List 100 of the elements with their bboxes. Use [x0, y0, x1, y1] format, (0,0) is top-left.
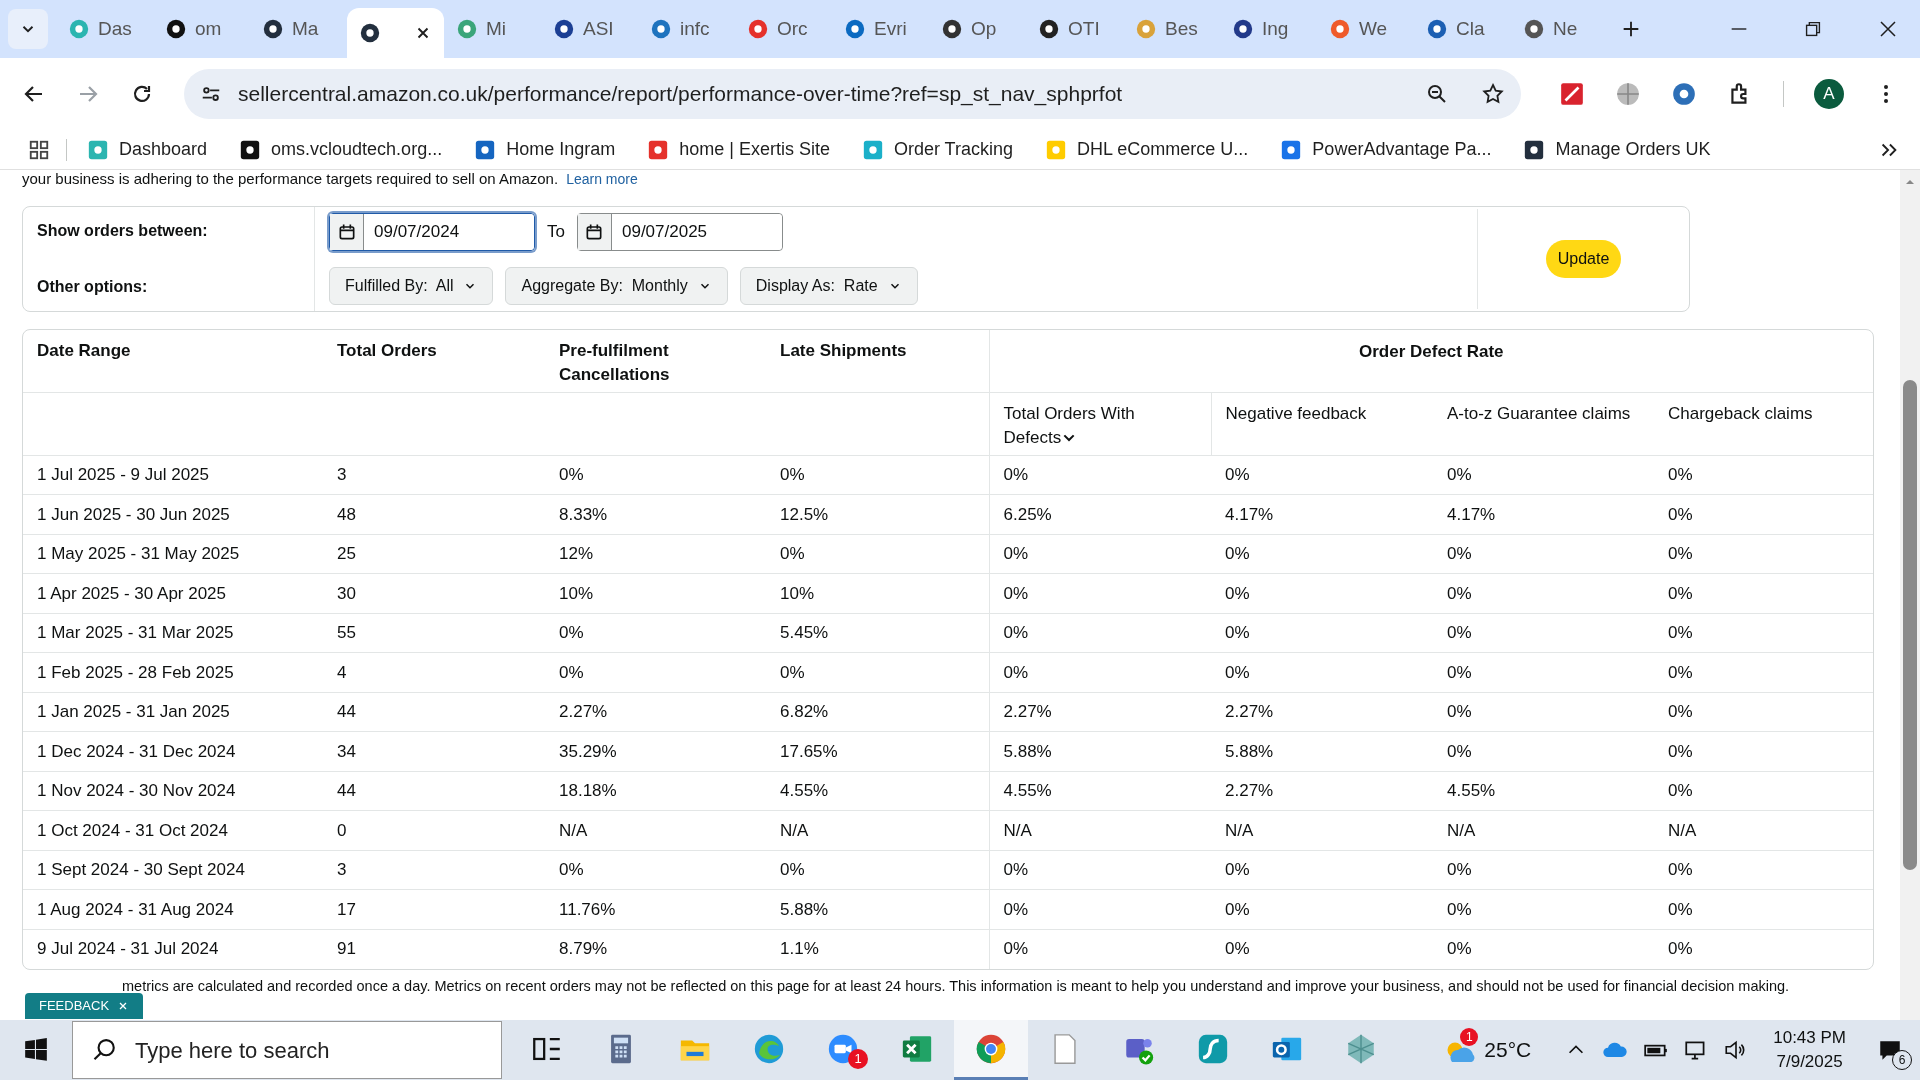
table-cell: 2.27%: [545, 692, 766, 732]
table-cell: 0%: [1654, 494, 1873, 534]
table-cell: 0%: [989, 929, 1211, 969]
globe-icon[interactable]: [1615, 81, 1641, 107]
table-cell: 0%: [989, 534, 1211, 574]
table-cell: 0%: [1654, 534, 1873, 574]
table-cell: 0%: [1211, 573, 1433, 613]
apps-icon[interactable]: [28, 138, 50, 161]
browser-tab[interactable]: Mi: [444, 9, 541, 49]
tab-title: Mi: [486, 16, 507, 41]
table-cell: 1 Jul 2025 - 9 Jul 2025: [23, 455, 323, 495]
filter-dropdown[interactable]: Display As: Rate: [739, 267, 918, 305]
site-icon: [861, 138, 884, 161]
column-header: Pre-fulfilment Cancellations: [545, 330, 766, 392]
address-bar[interactable]: sellercentral.amazon.co.uk/performance/report/performance-over-time?ref=sp_st_nav_sphprfot: [184, 69, 1521, 119]
extension-icon[interactable]: [1671, 81, 1697, 107]
table-cell: 0%: [1433, 929, 1654, 969]
table-cell: 0%: [1654, 731, 1873, 771]
bookmark-item[interactable]: Dashboard: [83, 136, 212, 163]
bookmark-item[interactable]: Order Tracking: [857, 136, 1017, 163]
site-icon: [68, 18, 90, 40]
start-icon[interactable]: [23, 1037, 49, 1063]
column-header: Late Shipments: [766, 330, 989, 392]
table-cell: 8.79%: [545, 929, 766, 969]
table-cell: N/A: [766, 810, 989, 850]
table-cell: 8.33%: [545, 494, 766, 534]
table-cell: 1 May 2025 - 31 May 2025: [23, 534, 323, 574]
browser-tab[interactable]: Bes: [1123, 9, 1220, 49]
browser-tab[interactable]: [347, 8, 444, 58]
table-cell: 0%: [1433, 731, 1654, 771]
table-cell: 2.27%: [1211, 771, 1433, 811]
site-icon: [1523, 18, 1545, 40]
browser-tab[interactable]: We: [1317, 9, 1414, 49]
site-icon: [747, 18, 769, 40]
table-cell: 0%: [989, 455, 1211, 495]
table-cell: 0%: [1433, 652, 1654, 692]
table-cell: N/A: [1433, 810, 1654, 850]
site-icon: [1280, 138, 1303, 161]
browser-tab[interactable]: Das: [56, 9, 153, 49]
table-cell: 0%: [1433, 850, 1654, 890]
browser-tab[interactable]: om: [153, 9, 250, 49]
bookmark-item[interactable]: DHL eCommerce U...: [1041, 136, 1253, 163]
star-icon[interactable]: [1481, 82, 1505, 106]
table-cell: 0%: [545, 455, 766, 495]
filter-dropdown[interactable]: Fulfilled By: All: [329, 267, 494, 305]
taskbar-app[interactable]: 1: [806, 1020, 880, 1080]
table-cell: 1 Nov 2024 - 30 Nov 2024: [23, 771, 323, 811]
browser-tab[interactable]: Orc: [735, 9, 832, 49]
browser-tab[interactable]: infc: [638, 9, 735, 49]
browser-tab[interactable]: Evri: [832, 9, 929, 49]
browser-tab[interactable]: ASI: [541, 9, 638, 49]
browser-tab[interactable]: Ma: [250, 9, 347, 49]
date-field[interactable]: 09/07/2025: [576, 213, 783, 251]
site-icon: [553, 18, 575, 40]
bookmark-item[interactable]: Home Ingram: [470, 136, 620, 163]
tab-title: Ma: [292, 16, 319, 41]
site-icon: [941, 18, 963, 40]
table-cell: 1 Apr 2025 - 30 Apr 2025: [23, 573, 323, 613]
bookmark-item[interactable]: PowerAdvantage Pa...: [1276, 136, 1496, 163]
extension-icon[interactable]: [1559, 81, 1585, 107]
table-cell: 55: [323, 613, 545, 653]
bookmark-item[interactable]: Manage Orders UK: [1519, 136, 1715, 163]
learn-more-link[interactable]: Learn more: [566, 170, 638, 188]
date-field[interactable]: 09/07/2024: [329, 213, 535, 251]
calendar-icon[interactable]: [584, 222, 605, 242]
browser-tab[interactable]: Ne: [1511, 9, 1608, 49]
table-cell: 11.76%: [545, 889, 766, 929]
table-cell: 35.29%: [545, 731, 766, 771]
profile-avatar[interactable]: A: [1814, 79, 1844, 109]
table-cell: 5.45%: [766, 613, 989, 653]
table-cell: 0%: [1211, 613, 1433, 653]
browser-tab[interactable]: Ing: [1220, 9, 1317, 49]
scrollbar[interactable]: [1900, 170, 1920, 1020]
site-icon: [165, 18, 187, 40]
date-text: 7/9/2025: [1776, 1051, 1843, 1073]
column-header[interactable]: Total Orders With Defects: [1003, 401, 1179, 450]
clock[interactable]: 10:43 PM 7/9/2025: [1763, 1026, 1856, 1074]
tab-title: Ing: [1262, 16, 1289, 41]
site-icon: [1329, 18, 1351, 40]
table-cell: 0%: [1654, 455, 1873, 495]
scrollbar-thumb[interactable]: [1903, 380, 1917, 870]
search-field[interactable]: Type here to search: [135, 1033, 483, 1067]
site-icon: [1523, 138, 1546, 161]
bookmark-item[interactable]: oms.vcloudtech.org...: [235, 136, 447, 163]
feedback-button[interactable]: FEEDBACK: [25, 993, 144, 1019]
table-cell: 0%: [1654, 929, 1873, 969]
site-icon: [474, 138, 497, 161]
address-text: sellercentral.amazon.co.uk/performance/report/performance-over-time?ref=sp_st_nav_sphprfot: [238, 81, 1123, 108]
browser-tab[interactable]: Cla: [1414, 9, 1511, 49]
table-cell: 0%: [1211, 889, 1433, 929]
bookmark-item[interactable]: home | Exertis Site: [643, 136, 834, 163]
browser-tab[interactable]: OTI: [1026, 9, 1123, 49]
search-bar[interactable]: Type here to search: [72, 1021, 502, 1079]
update-button[interactable]: Update: [1545, 240, 1622, 278]
filter-dropdown[interactable]: Aggregate By: Monthly: [505, 267, 728, 305]
browser-tab[interactable]: Op: [929, 9, 1026, 49]
badge-count: 1: [848, 1049, 868, 1069]
table-cell: 5.88%: [766, 889, 989, 929]
site-icon: [844, 18, 866, 40]
table-cell: 12.5%: [766, 494, 989, 534]
